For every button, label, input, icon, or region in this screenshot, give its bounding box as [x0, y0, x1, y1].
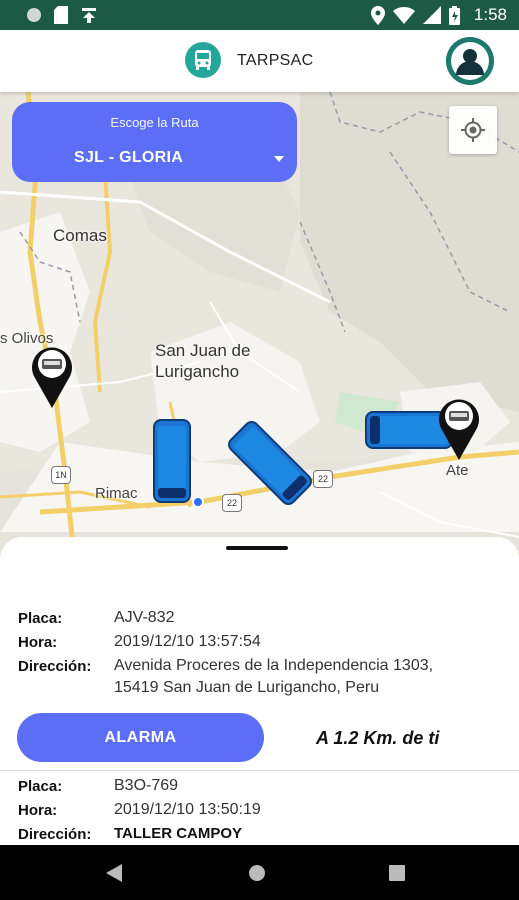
- direccion-label: Dirección:: [18, 658, 92, 675]
- route-selector-title: Escoge la Ruta: [110, 115, 199, 130]
- home-icon[interactable]: [248, 864, 266, 882]
- status-bar: 1:58: [0, 0, 519, 30]
- direccion-label: Dirección:: [18, 826, 92, 843]
- stop-pin-icon[interactable]: [29, 342, 75, 410]
- route-selected-value[interactable]: SJL - GLORIA: [74, 149, 183, 167]
- alarm-button[interactable]: ALARMA: [17, 713, 264, 762]
- app-bar: TARPSAC: [0, 30, 519, 92]
- distance-text: A 1.2 Km. de ti: [316, 728, 440, 748]
- hora-value: 2019/12/10 13:50:19: [114, 801, 261, 818]
- bus-marker-icon[interactable]: [228, 420, 312, 506]
- placa-label: Placa:: [18, 610, 63, 627]
- map-label-rimac: Rimac: [95, 485, 138, 502]
- placa-value: AJV-832: [114, 609, 175, 626]
- direccion-value-line2: 15419 San Juan de Lurigancho, Peru: [114, 679, 380, 696]
- signal-icon: [422, 6, 441, 24]
- dropdown-arrow-icon[interactable]: [274, 156, 284, 162]
- wifi-icon: [392, 7, 415, 24]
- route-selector[interactable]: Escoge la Ruta SJL - GLORIA: [12, 102, 297, 182]
- crosshair-icon: [461, 118, 485, 142]
- map-label-comas: Comas: [53, 226, 107, 245]
- download-icon: [82, 8, 96, 23]
- drag-handle[interactable]: [226, 546, 288, 550]
- profile-avatar-icon[interactable]: [446, 37, 494, 85]
- divider: [0, 770, 519, 771]
- app-title: TARPSAC: [237, 52, 314, 69]
- bus-logo-icon: [185, 42, 221, 78]
- map-label-ate: Ate: [446, 462, 469, 479]
- highway-shield-22b: 22: [313, 470, 333, 488]
- placa-value: B3O-769: [114, 777, 179, 794]
- highway-shield-1n: 1N: [51, 466, 71, 484]
- hora-value: 2019/12/10 13:57:54: [114, 633, 261, 650]
- placa-label: Placa:: [18, 778, 63, 795]
- bus-marker-icon[interactable]: [152, 418, 192, 504]
- hora-label: Hora:: [18, 802, 58, 819]
- hora-label: Hora:: [18, 634, 58, 651]
- direccion-value-line1: Avenida Proceres de la Independencia 130…: [114, 657, 434, 674]
- stop-pin-icon[interactable]: [436, 394, 482, 462]
- direccion-value-line1: TALLER CAMPOY: [114, 825, 243, 842]
- map-label-sjl: San Juan de Lurigancho: [155, 341, 251, 381]
- battery-icon: [448, 5, 460, 25]
- location-icon: [370, 5, 385, 25]
- sd-card-icon: [54, 6, 68, 24]
- circle-icon: [27, 8, 41, 22]
- user-location-icon: [192, 496, 204, 508]
- back-icon[interactable]: [106, 864, 122, 882]
- bus-info-sheet[interactable]: Placa: AJV-832 Hora: 2019/12/10 13:57:54…: [0, 537, 519, 845]
- navigation-bar: [0, 845, 519, 900]
- my-location-button[interactable]: [449, 106, 497, 154]
- recents-icon[interactable]: [389, 865, 405, 881]
- status-time: 1:58: [473, 5, 507, 24]
